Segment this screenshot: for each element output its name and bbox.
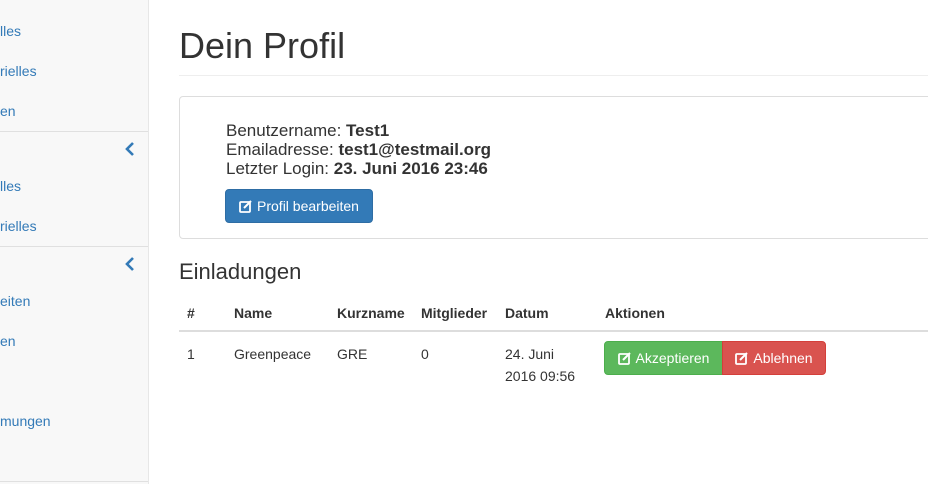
page-title: Dein Profil: [179, 25, 346, 66]
sidebar-divider: [0, 481, 148, 482]
edit-profile-label: Profil bearbeiten: [257, 198, 359, 214]
table-header-rule: [179, 330, 928, 332]
decline-label: Ablehnen: [753, 350, 813, 366]
username-value: Test1: [346, 121, 390, 140]
decline-button[interactable]: Ablehnen: [722, 341, 826, 375]
cell-members: 0: [421, 346, 429, 362]
chevron-left-icon[interactable]: [124, 142, 136, 156]
column-header-actions: Aktionen: [605, 305, 665, 321]
column-header-short: Kurzname: [337, 305, 405, 321]
sidebar-item-6[interactable]: eiten: [0, 293, 30, 309]
cell-date-year-time: 2016 09:56: [505, 368, 576, 384]
edit-icon: [735, 351, 749, 365]
column-header-date: Datum: [505, 305, 549, 321]
sidebar-item-7[interactable]: en: [0, 333, 16, 349]
column-header-name: Name: [234, 305, 273, 321]
sidebar-divider: [0, 131, 148, 132]
email-label: Emailadresse:: [226, 140, 334, 159]
edit-icon: [617, 351, 631, 365]
cell-date-day: 24. Juni: [505, 346, 555, 362]
sidebar-divider: [0, 246, 148, 247]
last-login-value: 23. Juni 2016 23:46: [333, 159, 488, 178]
accept-label: Akzeptieren: [635, 350, 710, 366]
edit-profile-button[interactable]: Profil bearbeiten: [225, 189, 373, 223]
cell-number: 1: [187, 346, 195, 362]
last-login-line: Letzter Login: 23. Juni 2016 23:46: [226, 159, 488, 179]
sidebar-item-3[interactable]: en: [0, 103, 16, 119]
column-header-members: Mitglieder: [421, 305, 488, 321]
chevron-left-icon[interactable]: [124, 257, 136, 271]
sidebar-item-1[interactable]: lles: [0, 23, 21, 39]
column-header-number: #: [187, 305, 195, 321]
sidebar: lles rielles en lles rielles eiten en mu…: [0, 0, 149, 484]
username-label: Benutzername:: [226, 121, 342, 140]
accept-button[interactable]: Akzeptieren: [604, 341, 723, 375]
invitations-title: Einladungen: [179, 259, 302, 284]
email-line: Emailadresse: test1@testmail.org: [226, 140, 491, 160]
username-line: Benutzername: Test1: [226, 121, 389, 141]
email-value: test1@testmail.org: [338, 140, 492, 159]
title-divider: [179, 75, 928, 76]
sidebar-item-4[interactable]: lles: [0, 178, 21, 194]
edit-icon: [239, 199, 252, 213]
cell-name: Greenpeace: [234, 346, 312, 362]
cell-date: 24. Juni 2016 09:56: [505, 343, 575, 387]
cell-short: GRE: [337, 346, 368, 362]
sidebar-item-2[interactable]: rielles: [0, 63, 37, 79]
sidebar-item-5[interactable]: rielles: [0, 218, 37, 234]
last-login-label: Letzter Login:: [226, 159, 330, 178]
profile-panel: Benutzername: Test1 Emailadresse: test1@…: [179, 96, 928, 239]
sidebar-item-8[interactable]: mungen: [0, 413, 51, 429]
